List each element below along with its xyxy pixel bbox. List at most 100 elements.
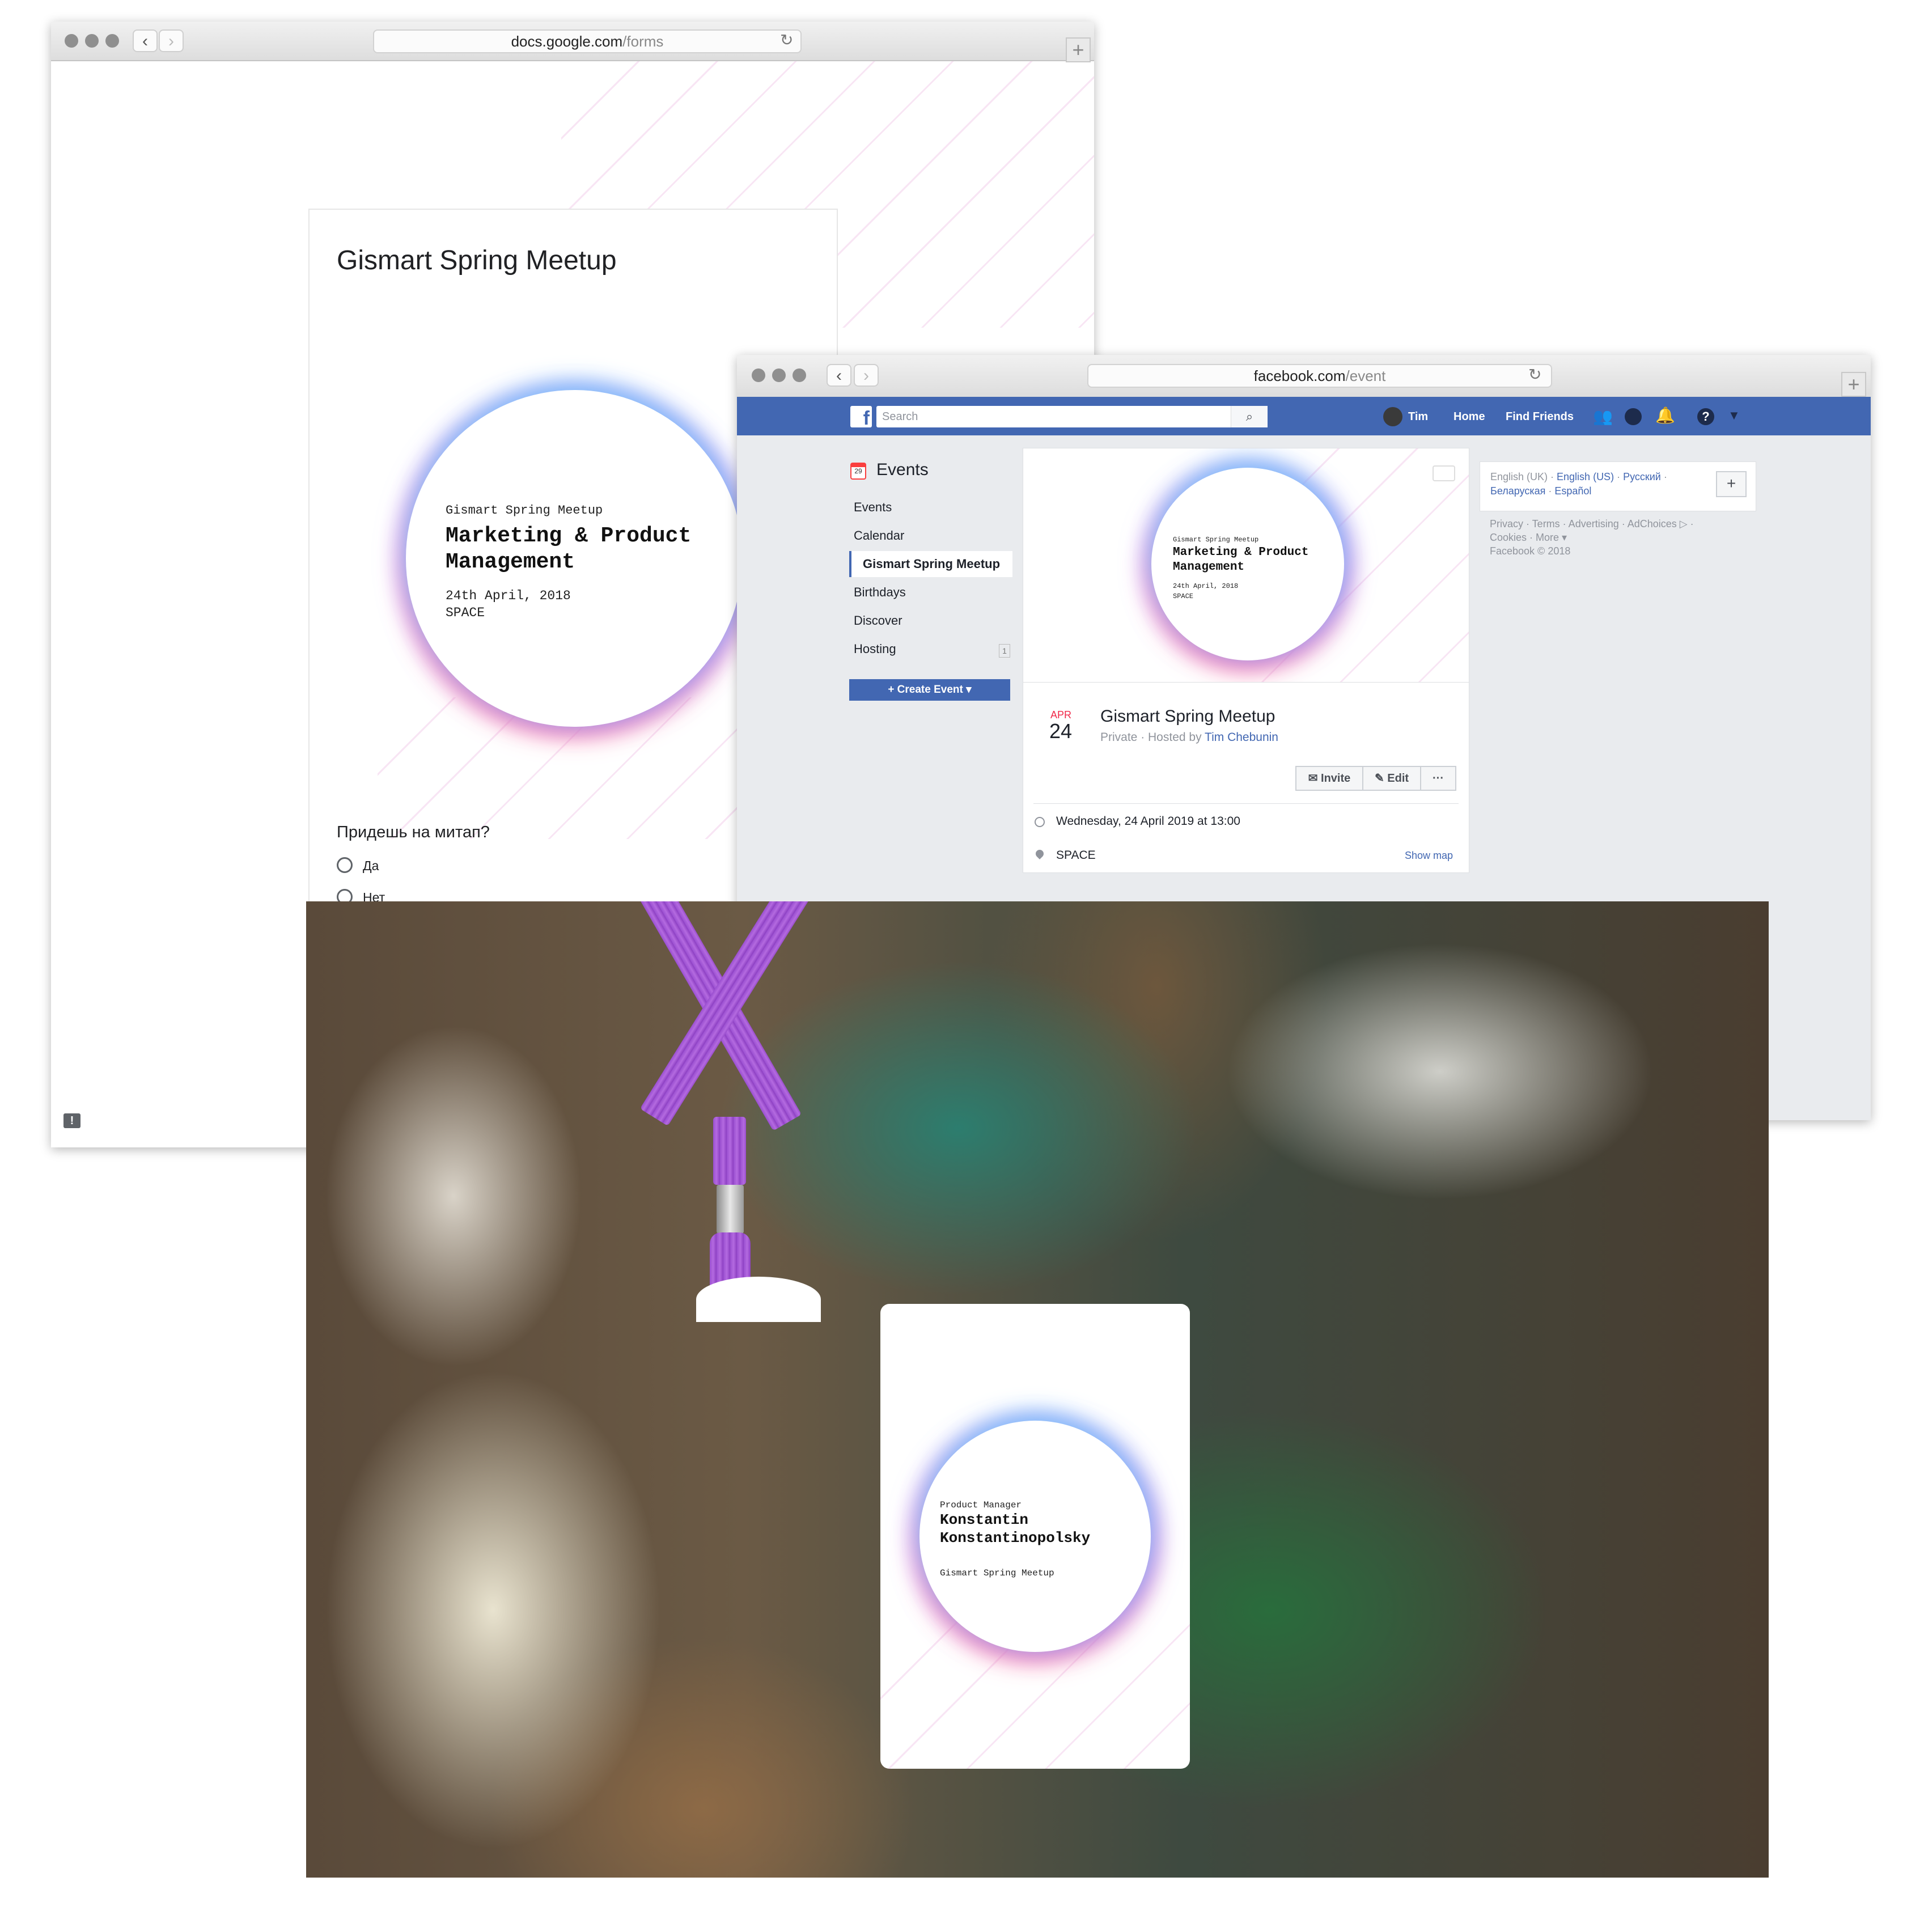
url-domain: facebook.com [1253, 367, 1346, 384]
banner-title-line2: Management [446, 550, 575, 574]
sidebar-item-gismart-spring-meetup[interactable]: Gismart Spring Meetup [863, 557, 1000, 571]
facebook-url-bar[interactable]: facebook.com/event [1087, 364, 1552, 388]
url-domain: docs.google.com [511, 33, 623, 50]
event-name[interactable]: Gismart Spring Meetup [1100, 707, 1275, 726]
reload-icon[interactable]: ↻ [1528, 365, 1541, 384]
lang-russian[interactable]: Русский [1623, 471, 1661, 482]
back-icon[interactable]: ‹ [133, 29, 158, 52]
badge-tab [696, 1277, 821, 1322]
lanyard-strap-center [713, 1117, 746, 1185]
close-dot[interactable] [752, 368, 765, 382]
notifications-icon[interactable]: 🔔 [1655, 406, 1675, 425]
forms-titlebar: ‹ › docs.google.com/forms ↻ + [51, 22, 1094, 62]
question-label: Придешь на митап? [337, 823, 490, 841]
sidebar-item-hosting[interactable]: Hosting [854, 642, 896, 656]
badge-circle: Product Manager Konstantin Konstantinopo… [919, 1421, 1151, 1652]
add-language-button[interactable]: + [1716, 471, 1747, 497]
find-friends-link[interactable]: Find Friends [1506, 410, 1574, 423]
badge-name-line1: Konstantin [940, 1511, 1029, 1528]
privacy-text: Private · Hosted by [1100, 731, 1205, 744]
form-banner-circle: Gismart Spring Meetup Marketing & Produc… [406, 390, 743, 727]
zoom-dot[interactable] [793, 368, 806, 382]
envelope-icon: ✉ [1308, 772, 1321, 785]
facebook-logo-icon[interactable]: f [850, 406, 872, 427]
new-tab-icon[interactable]: + [1066, 37, 1091, 62]
edit-label: Edit [1387, 772, 1409, 785]
host-link[interactable]: Tim Chebunin [1205, 731, 1278, 744]
location-pin-icon [1034, 848, 1045, 859]
url-path: /event [1345, 367, 1386, 384]
lang-spanish[interactable]: Español [1554, 485, 1591, 497]
home-link[interactable]: Home [1453, 410, 1485, 423]
divider [1033, 803, 1459, 804]
pencil-icon: ✎ [1374, 772, 1388, 785]
event-location: SPACE [1056, 849, 1096, 862]
footer-links-line2[interactable]: Cookies · More ▾ [1490, 532, 1567, 544]
facebook-titlebar: ‹ › facebook.com/event ↻ + [737, 355, 1871, 398]
banner-title-line1: Marketing & Product [446, 524, 692, 548]
event-day: 24 [1049, 719, 1073, 743]
friend-requests-icon[interactable]: 👥 [1593, 407, 1613, 426]
account-menu-icon[interactable]: ▼ [1728, 408, 1740, 423]
cover-circle: Gismart Spring Meetup Marketing & Produc… [1151, 468, 1344, 660]
option-yes-label: Да [363, 858, 379, 873]
sidebar-item-events[interactable]: Events [854, 500, 892, 515]
close-dot[interactable] [65, 34, 78, 48]
feedback-icon[interactable]: ! [63, 1113, 80, 1128]
new-tab-icon[interactable]: + [1841, 372, 1866, 397]
form-title: Gismart Spring Meetup [337, 245, 617, 276]
sidebar-item-discover[interactable]: Discover [854, 613, 902, 628]
facebook-top-nav: f Search ⌕ Tim Home Find Friends 👥 🔔 ? ▼ [737, 397, 1871, 435]
copyright: Facebook © 2018 [1490, 545, 1571, 557]
minimize-dot[interactable] [772, 368, 786, 382]
search-icon[interactable]: ⌕ [1231, 406, 1268, 427]
lang-english-us[interactable]: English (US) [1557, 471, 1614, 482]
zoom-dot[interactable] [105, 34, 119, 48]
create-event-button[interactable]: + Create Event ▾ [849, 679, 1010, 701]
invite-label: Invite [1321, 772, 1351, 785]
lang-current: English (UK) · [1490, 471, 1557, 482]
forward-icon[interactable]: › [854, 364, 879, 387]
badge-role: Product Manager [940, 1500, 1022, 1510]
banner-place: SPACE [446, 605, 485, 620]
forms-url-bar[interactable]: docs.google.com/forms [373, 29, 802, 53]
show-map-link[interactable]: Show map [1405, 850, 1453, 862]
lanyard-clip [717, 1185, 744, 1234]
cover-date: 24th April, 2018 [1173, 582, 1239, 590]
banner-date: 24th April, 2018 [446, 588, 571, 603]
cover-title-line2: Management [1173, 561, 1245, 574]
language-box: English (UK) · English (US) · Русский · … [1480, 461, 1756, 511]
search-placeholder: Search [882, 410, 918, 423]
language-links: English (UK) · English (US) · Русский · … [1490, 471, 1667, 497]
help-icon[interactable]: ? [1697, 408, 1714, 425]
clock-icon [1035, 817, 1045, 827]
more-options-button[interactable]: ··· [1420, 766, 1456, 791]
minimize-dot[interactable] [85, 34, 99, 48]
badge-event: Gismart Spring Meetup [940, 1568, 1054, 1578]
event-privacy: Private · Hosted by Tim Chebunin [1100, 731, 1278, 744]
messenger-icon[interactable] [1625, 408, 1642, 425]
event-datetime: Wednesday, 24 April 2019 at 13:00 [1056, 815, 1240, 828]
back-icon[interactable]: ‹ [827, 364, 851, 387]
search-input[interactable]: Search ⌕ [876, 406, 1268, 427]
profile-link[interactable]: Tim [1408, 410, 1428, 423]
banner-overline: Gismart Spring Meetup [446, 503, 603, 518]
forward-icon[interactable]: › [159, 29, 184, 52]
lang-belarusian[interactable]: Беларуская [1490, 485, 1545, 497]
invite-button[interactable]: ✉ Invite [1295, 766, 1363, 791]
cover-title-line1: Marketing & Product [1173, 546, 1309, 559]
url-path: /forms [622, 33, 664, 50]
hosting-count-badge: 1 [999, 644, 1010, 658]
events-calendar-icon: 29 [850, 463, 866, 480]
avatar[interactable] [1383, 407, 1402, 426]
sidebar-title[interactable]: Events [876, 460, 929, 480]
calendar-day: 29 [854, 467, 862, 475]
sidebar-item-birthdays[interactable]: Birthdays [854, 585, 906, 600]
event-cover: Gismart Spring Meetup Marketing & Produc… [1023, 448, 1469, 683]
reload-icon[interactable]: ↻ [780, 31, 793, 49]
edit-button[interactable]: ✎ Edit [1362, 766, 1421, 791]
camera-icon[interactable] [1433, 465, 1455, 481]
sidebar-item-calendar[interactable]: Calendar [854, 528, 904, 543]
radio-option-yes[interactable] [337, 857, 353, 873]
footer-links-line1[interactable]: Privacy · Terms · Advertising · AdChoice… [1490, 518, 1694, 530]
